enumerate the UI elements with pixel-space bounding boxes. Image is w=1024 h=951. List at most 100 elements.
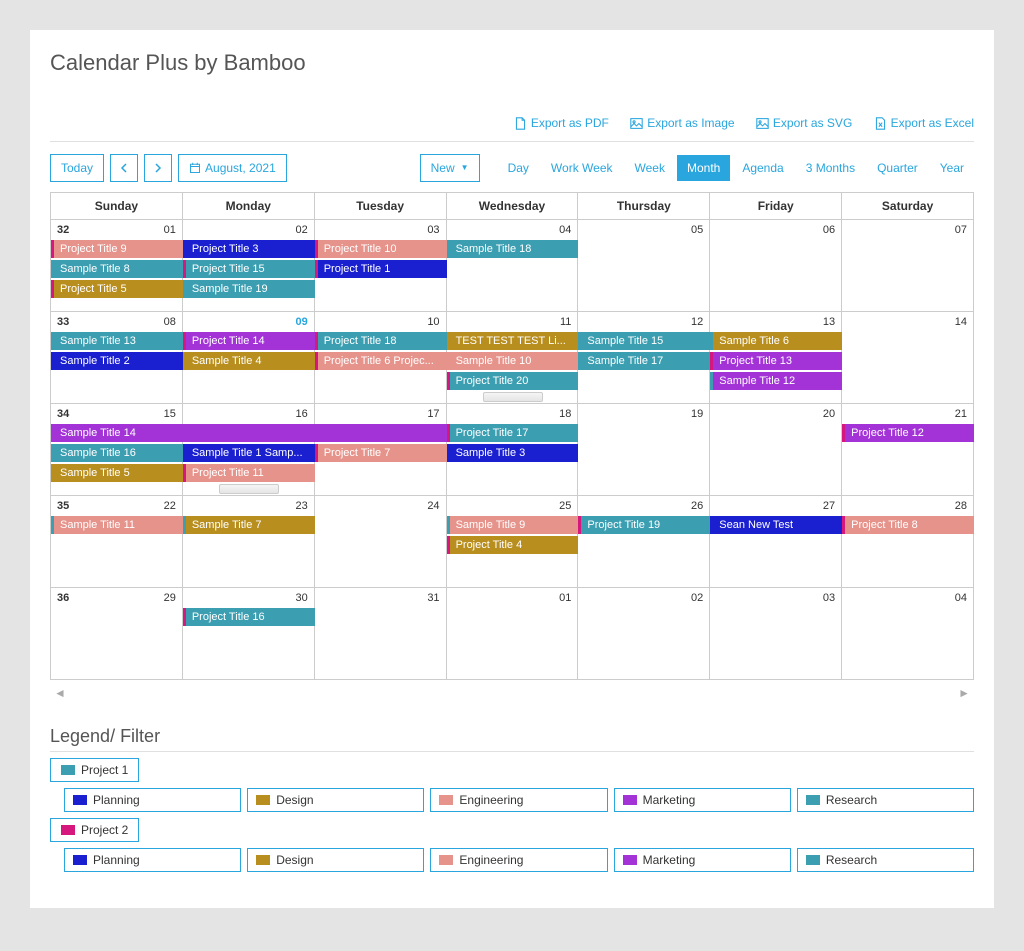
calendar-event[interactable]: Sample Title 9 <box>447 516 579 534</box>
calendar-event[interactable]: Sample Title 15 <box>578 332 710 350</box>
calendar-event[interactable]: Sample Title 11 <box>51 516 183 534</box>
legend-category-toggle[interactable]: Design <box>247 848 424 872</box>
calendar-event[interactable]: Project Title 10 <box>315 240 447 258</box>
calendar-cell[interactable]: 30 <box>183 588 315 680</box>
calendar-cell[interactable]: 28 <box>842 496 974 588</box>
legend-category-toggle[interactable]: Engineering <box>430 848 607 872</box>
view-tab-agenda[interactable]: Agenda <box>732 155 793 181</box>
calendar-cell[interactable]: 19 <box>578 404 710 496</box>
legend-group-toggle[interactable]: Project 1 <box>50 758 139 782</box>
view-tab-work-week[interactable]: Work Week <box>541 155 623 181</box>
calendar-cell[interactable]: 2936 <box>51 588 183 680</box>
prev-button[interactable] <box>110 154 138 182</box>
calendar-event[interactable]: Project Title 5 <box>51 280 183 298</box>
calendar-event[interactable]: TEST TEST TEST Li... <box>447 332 579 350</box>
calendar-event[interactable]: Project Title 11 <box>183 464 315 482</box>
more-events-handle[interactable] <box>219 484 279 494</box>
calendar-cell[interactable]: 02 <box>578 588 710 680</box>
calendar-event[interactable]: Sample Title 5 <box>51 464 183 482</box>
calendar-cell[interactable]: 06 <box>710 220 842 312</box>
calendar-cell[interactable]: 01 <box>447 588 579 680</box>
calendar-event[interactable]: Sample Title 1 Samp... <box>183 444 315 462</box>
calendar-event[interactable]: Project Title 17 <box>447 424 579 442</box>
legend-category-label: Research <box>826 793 877 807</box>
calendar-cell[interactable]: 05 <box>578 220 710 312</box>
today-button[interactable]: Today <box>50 154 104 182</box>
view-tab-3-months[interactable]: 3 Months <box>796 155 865 181</box>
view-tab-week[interactable]: Week <box>625 155 675 181</box>
view-tab-month[interactable]: Month <box>677 155 730 181</box>
calendar-event[interactable]: Project Title 4 <box>447 536 579 554</box>
export-pdf-link[interactable]: Export as PDF <box>514 116 609 130</box>
calendar-cell[interactable]: 31 <box>315 588 447 680</box>
calendar-cell[interactable]: 04 <box>447 220 579 312</box>
calendar-week-row: 0132020304050607Project Title 9Project T… <box>51 220 974 312</box>
view-tab-day[interactable]: Day <box>498 155 539 181</box>
legend-category-toggle[interactable]: Planning <box>64 788 241 812</box>
next-button[interactable] <box>144 154 172 182</box>
calendar-event[interactable]: Sample Title 8 <box>51 260 183 278</box>
calendar-event[interactable]: Sample Title 16 <box>51 444 183 462</box>
calendar-event[interactable]: Project Title 6 Projec... <box>315 352 447 370</box>
calendar-event[interactable]: Sample Title 17 <box>578 352 710 370</box>
day-number: 01 <box>164 224 176 236</box>
scroll-right-icon[interactable]: ► <box>958 686 970 700</box>
calendar-event[interactable]: Project Title 3 <box>183 240 315 258</box>
legend-category-toggle[interactable]: Planning <box>64 848 241 872</box>
calendar-cell[interactable]: 24 <box>315 496 447 588</box>
color-swatch-icon <box>61 765 75 775</box>
calendar-event[interactable]: Project Title 9 <box>51 240 183 258</box>
day-number: 20 <box>823 408 835 420</box>
export-image-link[interactable]: Export as Image <box>630 116 734 130</box>
calendar-cell[interactable]: 20 <box>710 404 842 496</box>
scroll-left-icon[interactable]: ◄ <box>54 686 66 700</box>
calendar-event[interactable]: Project Title 19 <box>578 516 710 534</box>
calendar-event[interactable]: Sample Title 6 <box>710 332 842 350</box>
calendar-cell[interactable]: 04 <box>842 588 974 680</box>
calendar-cell[interactable]: 21 <box>842 404 974 496</box>
calendar-event[interactable]: Sean New Test <box>710 516 842 534</box>
legend-category-toggle[interactable]: Engineering <box>430 788 607 812</box>
more-events-handle[interactable] <box>483 392 543 402</box>
calendar-event[interactable]: Project Title 7 <box>315 444 447 462</box>
calendar-event[interactable]: Project Title 16 <box>183 608 315 626</box>
calendar-event[interactable]: Project Title 15 <box>183 260 315 278</box>
calendar-cell[interactable]: 03 <box>710 588 842 680</box>
calendar-cell[interactable]: 2235 <box>51 496 183 588</box>
calendar-cell[interactable]: 14 <box>842 312 974 404</box>
export-svg-link[interactable]: Export as SVG <box>756 116 852 130</box>
new-button[interactable]: New ▼ <box>420 154 480 182</box>
calendar-event[interactable]: Project Title 1 <box>315 260 447 278</box>
calendar-event[interactable]: Sample Title 14 <box>51 424 447 442</box>
calendar-event[interactable]: Project Title 20 <box>447 372 579 390</box>
export-excel-link[interactable]: Export as Excel <box>874 116 974 130</box>
legend-group-toggle[interactable]: Project 2 <box>50 818 139 842</box>
calendar-event[interactable]: Sample Title 10 <box>447 352 579 370</box>
calendar-cell[interactable]: 23 <box>183 496 315 588</box>
period-picker[interactable]: August, 2021 <box>178 154 287 182</box>
calendar-event[interactable]: Sample Title 12 <box>710 372 842 390</box>
legend-category-toggle[interactable]: Research <box>797 788 974 812</box>
legend-category-toggle[interactable]: Marketing <box>614 788 791 812</box>
calendar-event[interactable]: Sample Title 19 <box>183 280 315 298</box>
calendar-event[interactable]: Project Title 12 <box>842 424 974 442</box>
calendar-event[interactable]: Project Title 13 <box>710 352 842 370</box>
legend-category-toggle[interactable]: Marketing <box>614 848 791 872</box>
legend-category-toggle[interactable]: Design <box>247 788 424 812</box>
calendar-event[interactable]: Sample Title 4 <box>183 352 315 370</box>
calendar-event[interactable]: Project Title 18 <box>315 332 447 350</box>
calendar-event[interactable]: Sample Title 7 <box>183 516 315 534</box>
view-tab-year[interactable]: Year <box>930 155 974 181</box>
calendar-cell[interactable]: 07 <box>842 220 974 312</box>
calendar-cell[interactable]: 26 <box>578 496 710 588</box>
calendar-event[interactable]: Sample Title 2 <box>51 352 183 370</box>
calendar-event[interactable]: Sample Title 3 <box>447 444 579 462</box>
legend-title: Legend/ Filter <box>50 726 974 752</box>
calendar-event[interactable]: Project Title 8 <box>842 516 974 534</box>
calendar-event[interactable]: Sample Title 18 <box>447 240 579 258</box>
calendar-cell[interactable]: 27 <box>710 496 842 588</box>
legend-category-toggle[interactable]: Research <box>797 848 974 872</box>
calendar-event[interactable]: Sample Title 13 <box>51 332 183 350</box>
calendar-event[interactable]: Project Title 14 <box>183 332 315 350</box>
view-tab-quarter[interactable]: Quarter <box>867 155 928 181</box>
